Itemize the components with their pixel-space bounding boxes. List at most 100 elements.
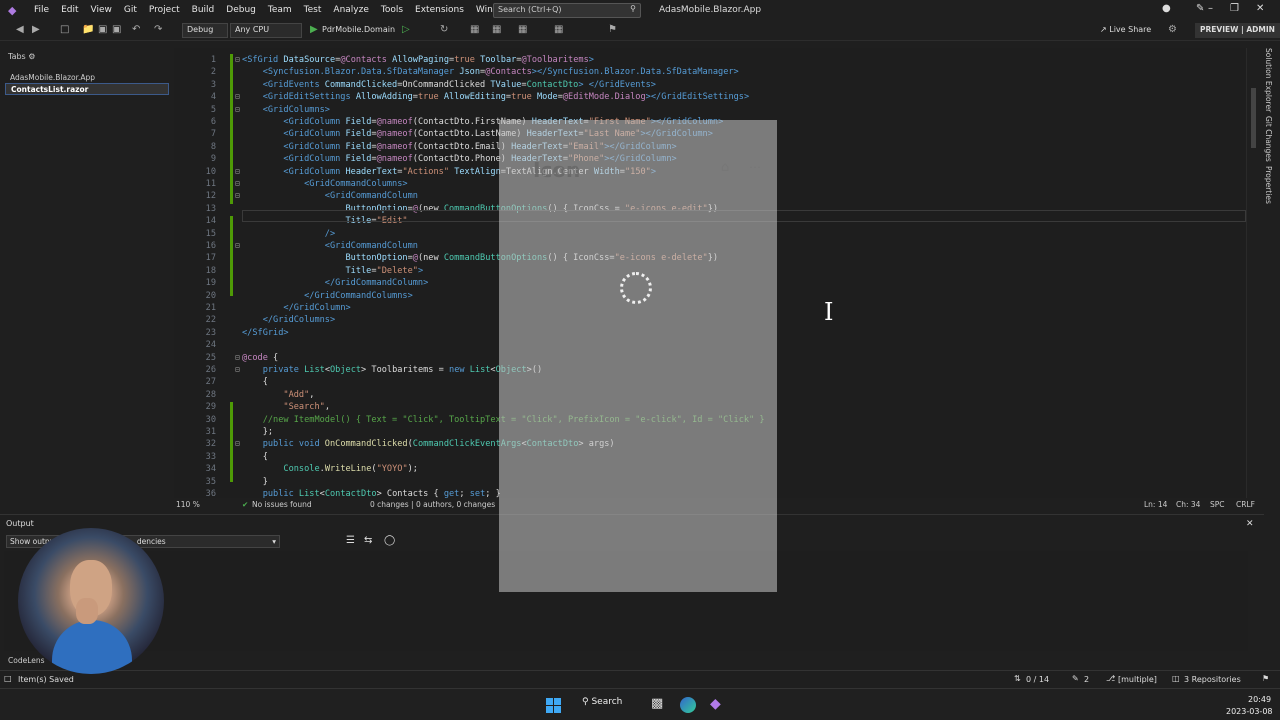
tool-window-tab[interactable]: Properties — [1264, 166, 1273, 204]
codelens-bar[interactable]: CodeLens — [0, 654, 1280, 668]
menu-item-edit[interactable]: Edit — [55, 0, 84, 20]
code-text: <GridCommandColumns> — [242, 178, 407, 190]
menu-item-git[interactable]: Git — [118, 0, 143, 20]
code-token: Object — [330, 365, 362, 375]
line-number: 31 — [205, 427, 216, 437]
fold-toggle-icon[interactable]: ⊟ — [235, 352, 240, 364]
preview-badge[interactable]: PREVIEW | ADMIN — [1195, 23, 1280, 38]
start-button[interactable] — [546, 698, 561, 713]
run-target[interactable]: PdrMobile.Domain — [322, 25, 395, 34]
more-icon[interactable]: ⋯ — [749, 160, 761, 174]
toolbar-tool-icon[interactable]: ▦ — [470, 24, 479, 35]
taskbar: ⚲ Search ▩ ◆ 20:49 2023-03-08 — [0, 688, 1280, 720]
toolbar-tool-icon[interactable]: ▦ — [518, 24, 527, 35]
code-token: TValue — [490, 79, 522, 90]
fold-toggle-icon[interactable]: ⊟ — [235, 438, 240, 450]
close-icon[interactable]: ✕ — [1246, 519, 1254, 529]
pencil-icon: ✎ — [1072, 674, 1079, 683]
save-all-icon[interactable]: ▣ — [112, 24, 121, 35]
task-view-icon[interactable]: ▩ — [651, 696, 663, 711]
new-item-icon[interactable]: □ — [60, 24, 69, 35]
code-token: HeaderText — [345, 166, 398, 177]
vs-logo-icon: ◆ — [8, 3, 17, 17]
clear-all-icon[interactable]: ☰ — [346, 535, 355, 546]
feedback-icon[interactable]: ✎ — [1196, 3, 1204, 14]
edge-icon[interactable] — [680, 697, 696, 713]
repositories[interactable]: 3 Repositories — [1184, 675, 1241, 684]
pending-changes[interactable]: 2 — [1084, 675, 1089, 684]
menu-item-extensions[interactable]: Extensions — [409, 0, 470, 20]
taskbar-search[interactable]: ⚲ Search — [582, 697, 622, 707]
editor-scrollbar[interactable] — [1246, 48, 1260, 498]
toolbar-tool-icon[interactable]: ▦ — [554, 24, 563, 35]
menu-item-file[interactable]: File — [28, 0, 55, 20]
tab-entry[interactable]: AdasMobile.Blazor.App — [0, 71, 174, 83]
close-icon[interactable]: ✕ — [1256, 3, 1264, 14]
menu-item-test[interactable]: Test — [298, 0, 328, 20]
share-icon[interactable]: ⚙ — [1168, 24, 1177, 35]
fold-toggle-icon[interactable]: ⊟ — [235, 104, 240, 116]
redo-icon[interactable]: ↷ — [154, 24, 162, 35]
app-title: AdasMobile.Blazor.App — [659, 5, 762, 15]
menu-item-view[interactable]: View — [85, 0, 118, 20]
account-icon[interactable]: ● — [1162, 3, 1171, 14]
code-token: <GridColumn — [283, 141, 346, 152]
menu-item-team[interactable]: Team — [262, 0, 298, 20]
commits-count[interactable]: 0 / 14 — [1026, 675, 1049, 684]
visual-studio-icon[interactable]: ◆ — [710, 696, 721, 712]
open-icon[interactable]: 📁 — [82, 24, 94, 35]
code-token: @EditMode.Dialog — [562, 92, 646, 103]
menu-item-analyze[interactable]: Analyze — [327, 0, 374, 20]
toggle-icon[interactable]: ◯ — [384, 535, 395, 546]
config-dropdown[interactable]: Debug — [182, 23, 228, 38]
word-wrap-icon[interactable]: ⇆ — [364, 535, 372, 546]
code-token: { — [273, 352, 279, 363]
search-input[interactable]: Search (Ctrl+Q) ⚲ — [493, 3, 641, 18]
run-icon[interactable]: ▶ — [310, 24, 318, 35]
indent-mode[interactable]: SPC — [1210, 500, 1225, 509]
code-token: true — [511, 92, 537, 103]
run-without-debug-icon[interactable]: ▷ — [402, 24, 410, 35]
fold-toggle-icon[interactable]: ⊟ — [235, 166, 240, 178]
notification-icon[interactable]: ⚑ — [1262, 674, 1269, 683]
branch-name[interactable]: [multiple] — [1118, 675, 1157, 684]
menu-item-debug[interactable]: Debug — [220, 0, 262, 20]
git-changes-status[interactable]: 0 changes | 0 authors, 0 changes — [370, 500, 495, 509]
refresh-icon[interactable]: ↻ — [440, 24, 448, 35]
menu-item-build[interactable]: Build — [186, 0, 221, 20]
forward-icon[interactable]: ▶ — [32, 24, 40, 35]
fold-toggle-icon[interactable]: ⊟ — [235, 190, 240, 202]
fold-toggle-icon[interactable]: ⊟ — [235, 240, 240, 252]
tool-window-tab[interactable]: Git Changes — [1264, 116, 1273, 162]
fold-toggle-icon[interactable]: ⊟ — [235, 364, 240, 376]
clock-date[interactable]: 2023-03-08 — [1226, 707, 1273, 716]
tab-entry[interactable]: ContactsList.razor — [5, 83, 169, 95]
line-number: 24 — [205, 340, 216, 351]
code-token: /> — [324, 228, 336, 239]
menu-item-project[interactable]: Project — [143, 0, 186, 20]
fold-toggle-icon[interactable]: ⊟ — [235, 178, 240, 190]
save-icon[interactable]: ▣ — [98, 24, 107, 35]
back-icon[interactable]: ◀ — [16, 24, 24, 35]
home-icon[interactable]: ⌂ — [721, 160, 729, 175]
zoom-level[interactable]: 110 % — [176, 500, 200, 509]
code-token: "Add" — [283, 389, 310, 400]
menu-item-tools[interactable]: Tools — [375, 0, 409, 20]
restore-icon[interactable]: ❐ — [1230, 3, 1239, 14]
fold-toggle-icon[interactable]: ⊟ — [235, 91, 240, 103]
toolbar-tool-icon[interactable]: ▦ — [492, 24, 501, 35]
fold-toggle-icon[interactable]: ⊟ — [235, 54, 240, 66]
issues-status[interactable]: No issues found — [252, 500, 312, 509]
live-share-button[interactable]: ↗ Live Share — [1100, 25, 1151, 34]
gear-icon[interactable]: ⚙ — [28, 52, 35, 61]
loading-browser-overlay[interactable]: Icon ⌂ ⋯ — [499, 120, 777, 592]
tool-window-tab[interactable]: Solution Explorer — [1264, 48, 1273, 112]
clock-time[interactable]: 20:49 — [1248, 695, 1271, 704]
undo-icon[interactable]: ↶ — [132, 24, 140, 35]
line-ending[interactable]: CRLF — [1236, 500, 1255, 509]
minimize-icon[interactable]: – — [1208, 3, 1213, 14]
code-text: <GridEvents CommandClicked=OnCommandClic… — [242, 79, 656, 91]
platform-dropdown[interactable]: Any CPU — [230, 23, 302, 38]
bookmark-icon[interactable]: ⚑ — [608, 24, 617, 35]
